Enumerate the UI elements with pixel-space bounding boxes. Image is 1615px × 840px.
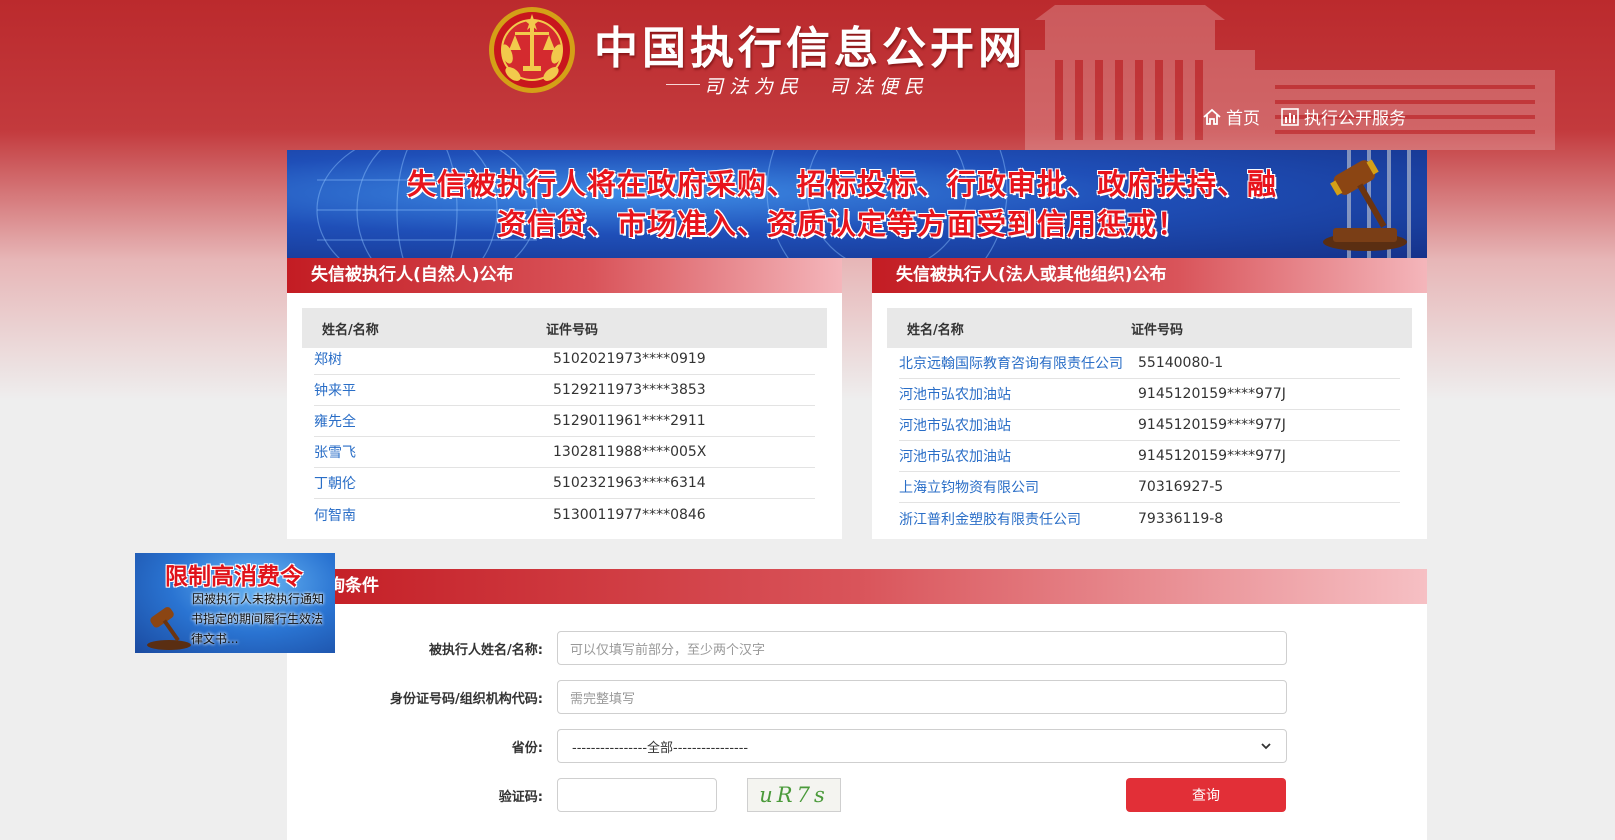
province-field-label: 省份: (511, 740, 543, 756)
table-row: 丁朝伦 5102321963****6314 (314, 468, 815, 499)
table-row: 上海立钧物资有限公司 70316927-5 (899, 472, 1400, 503)
org-code: 70316927-5 (1138, 479, 1224, 495)
person-name-link[interactable]: 郑树 (314, 349, 553, 369)
col-name-header: 姓名/名称 (907, 322, 964, 338)
id-field-row: 身份证号码/组织机构代码: 需完整填写 (287, 680, 1287, 714)
top-nav: 首页 执行公开服务 (1202, 104, 1406, 129)
org-name-link[interactable]: 河池市弘农加油站 (899, 415, 1138, 435)
org-code: 79336119-8 (1138, 510, 1224, 527)
org-name-link[interactable]: 北京远翰国际教育咨询有限责任公司 (899, 353, 1138, 373)
org-panel-title: 失信被执行人(法人或其他组织)公布 (872, 258, 1427, 293)
banner-text-line2: 资信贷、市场准入、资质认定等方面受到信用惩戒！ (496, 207, 1187, 241)
person-name-link[interactable]: 张雪飞 (314, 442, 553, 462)
table-row: 北京远翰国际教育咨询有限责任公司 55140080-1 (899, 348, 1400, 379)
bar-chart-icon (1281, 107, 1299, 126)
id-number: 5129011961****2911 (553, 413, 706, 429)
credit-punishment-banner[interactable]: 失信被执行人将在政府采购、招标投标、行政审批、政府扶持、融 资信贷、市场准入、资… (287, 150, 1427, 258)
natural-table-body: 郑树 5102021973****0919 钟来平 5129211973****38… (287, 344, 842, 530)
province-field-row: 省份: ----------------全部---------------- (287, 729, 1287, 763)
org-name-link[interactable]: 河池市弘农加油站 (899, 384, 1138, 404)
col-id-header: 证件号码 (546, 322, 599, 338)
high-consumption-restriction-ad[interactable]: 限制高消费令 因被执行人未按执行通知书指定的期间履行生效法律文书... (135, 553, 335, 653)
person-name-link[interactable]: 丁朝伦 (314, 473, 553, 493)
nav-execution-service-label: 执行公开服务 (1304, 109, 1406, 129)
gavel-icon (147, 607, 191, 650)
site-slogan: 司法为民 司法便民 (704, 76, 930, 98)
col-id-header: 证件号码 (1131, 322, 1184, 338)
id-number-input[interactable]: 需完整填写 (557, 680, 1287, 714)
captcha-field-row: 验证码: uR7s 查询 (287, 778, 1286, 812)
site-title: 中国执行信息公开网 (594, 23, 1026, 74)
query-submit-button[interactable]: 查询 (1126, 778, 1286, 812)
province-select[interactable]: ----------------全部---------------- (557, 729, 1287, 763)
person-name-link[interactable]: 钟来平 (314, 380, 553, 400)
id-field-label: 身份证号码/组织机构代码: (390, 691, 543, 707)
org-name-link[interactable]: 浙江普利金塑胶有限责任公司 (899, 509, 1138, 529)
nav-home-label: 首页 (1226, 109, 1260, 129)
table-row: 浙江普利金塑胶有限责任公司 79336119-8 (899, 503, 1400, 534)
province-selected-value: ----------------全部---------------- (572, 740, 749, 756)
table-row: 钟来平 5129211973****3853 (314, 375, 815, 406)
ad-text: 因被执行人未按执行通知书指定的期间履行生效法律文书... (191, 592, 325, 646)
table-row: 郑树 5102021973****0919 (314, 344, 815, 375)
banner-text-line1: 失信被执行人将在政府采购、招标投标、行政审批、政府扶持、融 (406, 167, 1277, 201)
table-row: 张雪飞 1302811988****005X (314, 437, 815, 468)
natural-panel-title: 失信被执行人(自然人)公布 (287, 258, 842, 293)
table-row: 河池市弘农加油站 9145120159****977J (899, 441, 1400, 472)
nav-home-link[interactable]: 首页 (1202, 104, 1260, 129)
org-table-header: 姓名/名称 证件号码 (887, 308, 1412, 348)
id-number: 5129211973****3853 (553, 382, 706, 398)
org-name-link[interactable]: 上海立钧物资有限公司 (899, 477, 1138, 497)
gavel-icon (1323, 159, 1407, 251)
name-field-row: 被执行人姓名/名称: 可以仅填写前部分，至少两个汉字 (287, 631, 1287, 665)
captcha-field-label: 验证码: (498, 789, 543, 805)
id-number: 5130011977****0846 (553, 506, 706, 523)
org-code: 9145120159****977J (1138, 386, 1286, 402)
org-code: 9145120159****977J (1138, 448, 1286, 464)
captcha-image[interactable]: uR7s (747, 778, 841, 812)
name-input[interactable]: 可以仅填写前部分，至少两个汉字 (557, 631, 1287, 665)
org-table-body: 北京远翰国际教育咨询有限责任公司 55140080-1 河池市弘农加油站 91451… (872, 348, 1427, 534)
table-row: 河池市弘农加油站 9145120159****977J (899, 379, 1400, 410)
natural-person-panel: 失信被执行人(自然人)公布 姓名/名称 证件号码 郑树 5102021973***… (287, 258, 842, 539)
id-number: 5102321963****6314 (553, 475, 706, 491)
captcha-text: uR7s (759, 783, 829, 807)
natural-table-header: 姓名/名称 证件号码 (302, 308, 827, 348)
nav-execution-service-link[interactable]: 执行公开服务 (1280, 104, 1406, 129)
org-code: 55140080-1 (1138, 355, 1224, 371)
table-row: 何智南 5130011977****0846 (314, 499, 815, 530)
slogan-divider (666, 84, 700, 85)
chevron-down-icon (1261, 743, 1271, 750)
person-name-link[interactable]: 雍先全 (314, 411, 553, 431)
court-emblem-logo (489, 7, 575, 93)
home-icon (1203, 108, 1221, 125)
org-code: 9145120159****977J (1138, 417, 1286, 433)
id-number: 5102021973****0919 (553, 351, 706, 367)
col-name-header: 姓名/名称 (322, 322, 379, 338)
table-row: 雍先全 5129011961****2911 (314, 406, 815, 437)
id-number: 1302811988****005X (553, 444, 707, 460)
org-name-link[interactable]: 河池市弘农加油站 (899, 446, 1138, 466)
ad-title: 限制高消费令 (165, 564, 303, 590)
query-form: 查询条件 被执行人姓名/名称: 可以仅填写前部分，至少两个汉字 身份证号码/组织… (287, 569, 1427, 840)
query-section-title: 查询条件 (287, 569, 1427, 604)
table-row: 河池市弘农加油站 9145120159****977J (899, 410, 1400, 441)
organization-panel: 失信被执行人(法人或其他组织)公布 姓名/名称 证件号码 北京远翰国际教育咨询有… (872, 258, 1427, 539)
banner-text: 失信被执行人将在政府采购、招标投标、行政审批、政府扶持、融 资信贷、市场准入、资… (377, 164, 1307, 244)
captcha-input[interactable] (557, 778, 717, 812)
person-name-link[interactable]: 何智南 (314, 505, 553, 525)
